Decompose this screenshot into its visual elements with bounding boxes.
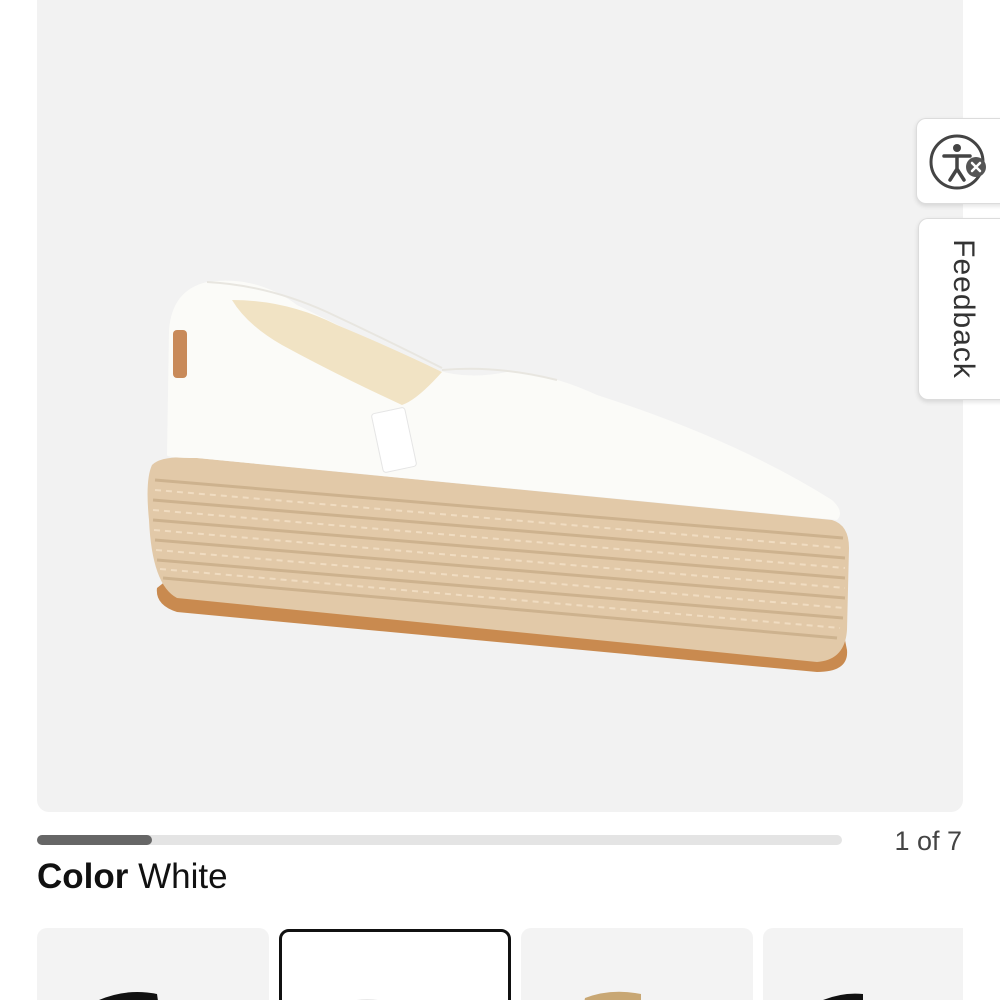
gallery-progress-fill — [37, 835, 153, 845]
accessibility-icon — [929, 134, 986, 190]
color-selection-label: Color White — [37, 857, 228, 897]
swatch-black-2[interactable] — [763, 928, 963, 1000]
swatch-black[interactable] — [37, 928, 269, 1000]
swatch-white-image — [356, 999, 378, 1000]
swatch-natural[interactable] — [521, 928, 753, 1000]
swatch-black-2-image — [823, 993, 863, 1000]
feedback-label: Feedback — [947, 239, 980, 379]
gallery-progress-bar — [37, 835, 842, 845]
accessibility-button[interactable] — [916, 118, 1000, 204]
product-image — [147, 280, 849, 672]
feedback-tab[interactable]: Feedback — [918, 218, 1000, 400]
swatch-black-image — [99, 992, 158, 1000]
gallery-counter: 1 of 7 — [894, 826, 962, 856]
color-swatch-list — [37, 928, 963, 1000]
swatch-natural-image — [584, 991, 641, 1000]
swatch-white[interactable] — [279, 929, 511, 1000]
color-value: White — [138, 857, 228, 896]
color-label: Color — [37, 857, 129, 896]
product-image-carousel[interactable] — [37, 0, 963, 812]
